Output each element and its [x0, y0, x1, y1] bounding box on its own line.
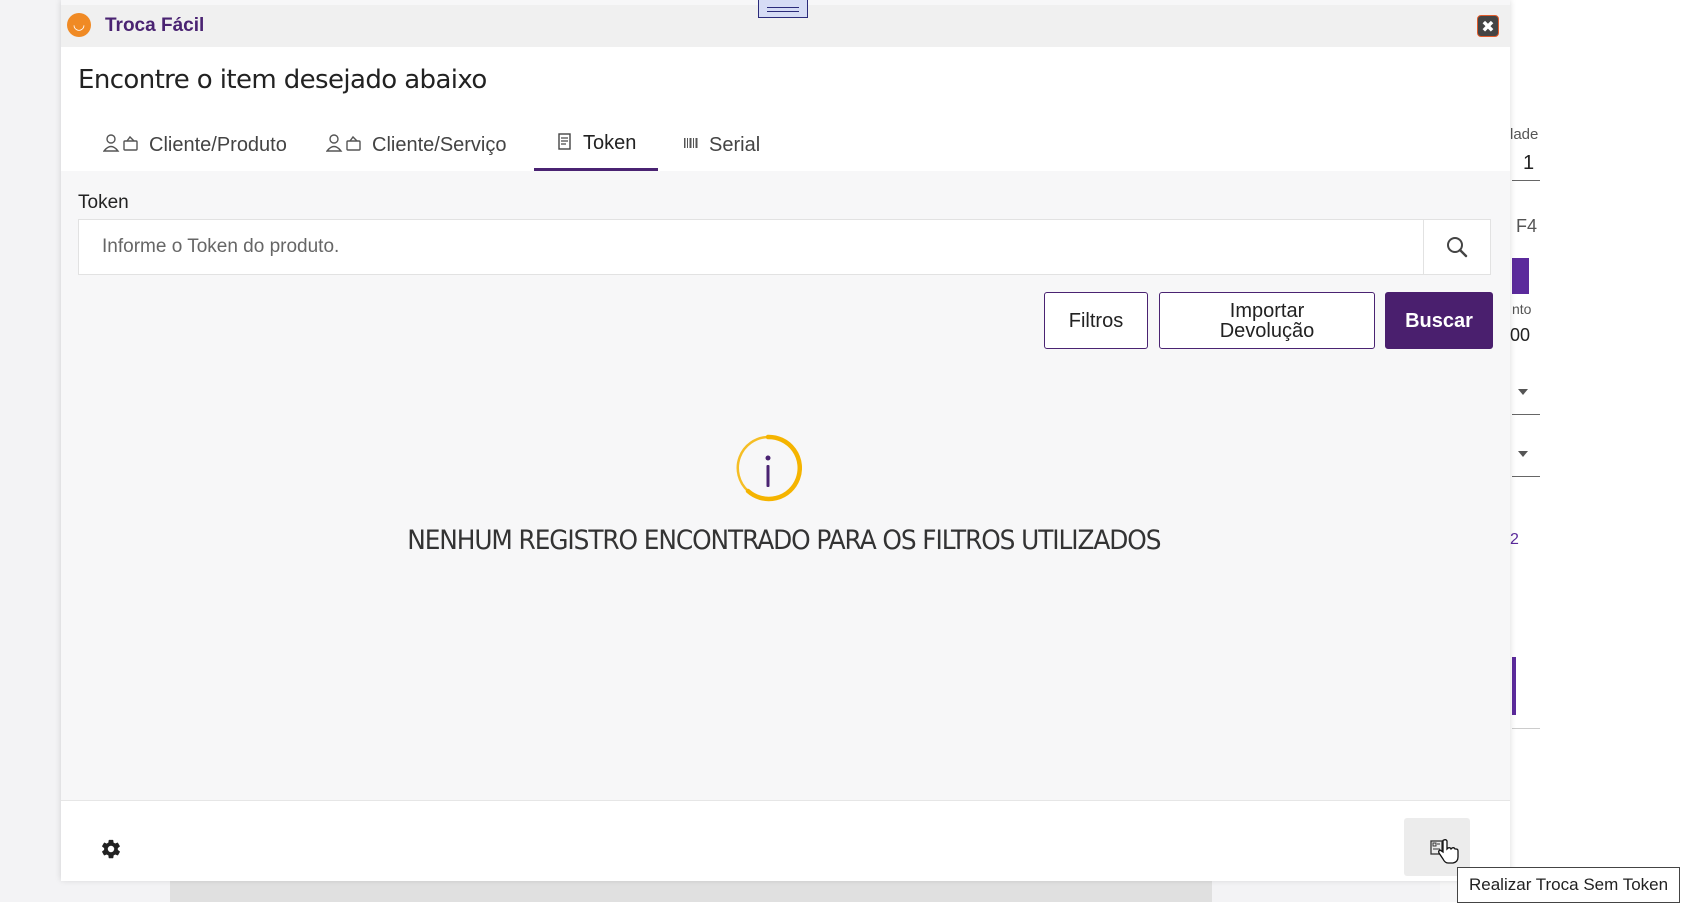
tab-cliente-servico[interactable]: Cliente/Serviço [325, 119, 526, 171]
token-input[interactable] [79, 220, 1427, 274]
background-underline [1512, 728, 1540, 729]
tab-bar: Cliente/Produto Cliente/Serviço Token Se… [78, 119, 878, 171]
search-icon [1447, 237, 1468, 258]
token-search-box [78, 219, 1491, 275]
tab-cliente-produto[interactable]: Cliente/Produto [102, 119, 303, 171]
background-label-f4: F4 [1516, 216, 1538, 236]
background-bottom-bar [170, 880, 1212, 902]
tab-token[interactable]: Token [534, 119, 658, 171]
tab-label: Cliente/Serviço [372, 133, 507, 156]
window-title: Troca Fácil [105, 15, 205, 36]
search-submit-button[interactable]: Buscar [1385, 292, 1493, 349]
tab-label: Token [583, 132, 637, 154]
background-dropdown-arrow[interactable] [1518, 389, 1528, 395]
header: Encontre o item desejado abaixo Cliente/… [61, 47, 1510, 171]
background-value-desconto: 00 [1510, 325, 1531, 345]
background-underline [1512, 180, 1540, 181]
hand-cursor-icon [1438, 839, 1459, 864]
footer [61, 800, 1510, 881]
background-value-quantidade: 1 [1523, 152, 1535, 174]
tab-label: Cliente/Produto [149, 133, 287, 156]
background-underline [1512, 476, 1540, 477]
user-basket-icon [102, 134, 139, 156]
barcode-icon [683, 136, 699, 154]
background-purple-button[interactable] [1512, 657, 1516, 715]
gear-icon[interactable] [100, 838, 122, 860]
tab-label: Serial [709, 133, 761, 156]
background-label-desconto: nto [1512, 301, 1532, 317]
drag-handle[interactable] [758, 0, 808, 18]
background-purple-block [1512, 258, 1529, 294]
troca-facil-modal: ◡ Troca Fácil ✖ Encontre o item desejado… [61, 0, 1510, 881]
import-return-button[interactable]: Importar Devolução [1159, 292, 1375, 349]
tooltip: Realizar Troca Sem Token [1457, 867, 1681, 903]
app-logo-icon: ◡ [67, 13, 91, 37]
close-button[interactable]: ✖ [1477, 15, 1499, 37]
background-underline [1512, 414, 1540, 415]
tab-serial[interactable]: Serial [683, 119, 793, 171]
user-basket-icon [325, 134, 362, 156]
empty-state-message: NENHUM REGISTRO ENCONTRADO PARA OS FILTR… [407, 525, 1161, 556]
token-label: Token [78, 192, 129, 213]
info-icon [736, 434, 802, 502]
search-button[interactable] [1423, 220, 1490, 274]
page-title: Encontre o item desejado abaixo [78, 65, 487, 95]
background-label-quantidade: lade [1510, 126, 1539, 143]
receipt-icon [557, 132, 573, 155]
filters-button[interactable]: Filtros [1044, 292, 1148, 349]
background-dropdown-arrow[interactable] [1518, 451, 1528, 457]
background-value-2: 2 [1510, 531, 1519, 548]
